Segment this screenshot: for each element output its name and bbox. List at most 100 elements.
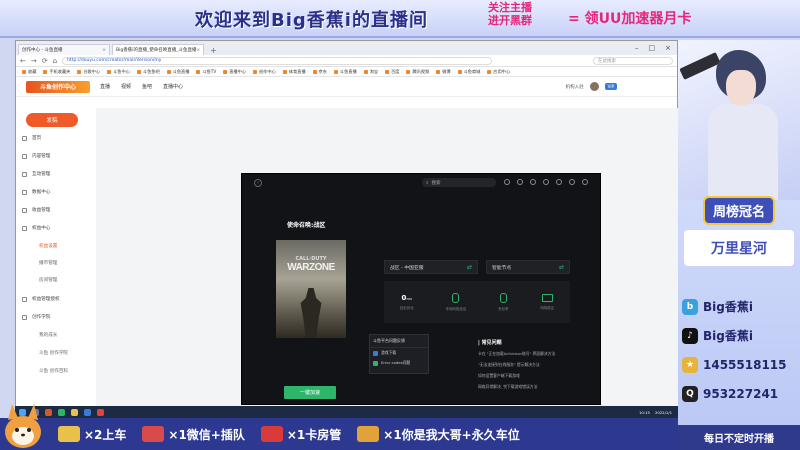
node-value: 智能节点 [492,265,512,271]
bookmark-item[interactable]: 斗鱼TV [196,69,216,75]
browser-tab-active[interactable]: Big香蕉i的直播_使命召唤直播_斗鱼直播 × [112,44,204,55]
clock-time[interactable]: 10:15 [639,410,650,415]
bookmark-item[interactable]: 体育直播 [282,68,306,75]
forward-icon[interactable]: → [31,57,37,65]
refresh-icon[interactable]: ⟳ [42,57,48,65]
sidebar-item[interactable]: 房间管理 [39,277,57,283]
sidebar-item[interactable]: 权益设置 [39,243,57,249]
phone-icon [499,292,507,303]
folder-icon[interactable] [71,408,78,416]
bookmark-item[interactable]: 淘宝 [363,69,378,75]
sidebar-item[interactable]: 收益管理 [22,207,50,213]
bookmark-item[interactable]: 收藏 [22,69,36,75]
close-window-icon[interactable]: × [665,44,671,52]
bookmark-icon [77,69,82,74]
sidebar-item[interactable]: 互动管理 [22,171,50,177]
close-tab-icon[interactable]: × [196,48,200,53]
game-title: 使命召唤:战区 [287,222,326,229]
menu-item-icon [22,153,27,159]
app-icon[interactable] [45,408,52,416]
nav-item[interactable]: 直播中心 [163,83,183,90]
search-icon: ⌕ [426,180,429,186]
node-select[interactable]: 智能节点 ⇄ [486,260,570,274]
faq-item[interactable]: 卡在 "正在加载Activision账号" 界面解决方法 [478,351,598,357]
site-logo[interactable]: 斗鱼创作中心 [26,80,90,93]
sidebar-item[interactable]: 首页 [22,135,41,141]
bookmark-item[interactable]: 直播中心 [223,69,246,75]
sidebar-item[interactable]: 数据中心 [22,189,50,195]
popup-item[interactable]: 游戏下载 [370,348,428,358]
feedback-popup: 斗鱼平台问题反馈 游戏下载 Error codes问题 [369,334,429,374]
bookmark-label: 斗鱼直播 [172,68,190,74]
app-search-input[interactable]: ⌕ 搜索 [422,178,496,187]
faq-item[interactable]: 如何设置客户端下载游戏 [478,373,598,379]
browser-search-input[interactable]: 在此搜索 [593,56,673,65]
anime-character-art [678,40,800,200]
nav-item[interactable]: 直播 [100,83,110,90]
minimize-icon[interactable] [569,179,575,185]
back-icon[interactable]: ‹ [254,179,262,187]
bookmark-label: 体育直播 [288,68,306,74]
url-input[interactable]: http://douyu.com/creator/mainVersion/my [62,56,493,65]
bookmark-label: 收藏 [28,68,37,74]
browser-tab[interactable]: 创作中心 - 斗鱼直播 × [18,44,110,55]
browser-icon[interactable] [84,408,91,416]
back-icon[interactable]: ← [20,57,26,65]
sidebar-item[interactable]: 权益管理授权 [22,296,60,302]
clock-date[interactable]: 2022/1/1 [655,410,672,415]
minimize-icon[interactable]: – [635,44,639,52]
region-select[interactable]: 战区 - 中国亚服 ⇄ [384,260,478,274]
bookmark-item[interactable]: 应用中心 [487,69,510,75]
gun-illustration [679,52,721,80]
accelerate-button[interactable]: 一键加速 [284,386,336,399]
sidebar-item-label: 播币管理 [39,261,58,266]
contact-qq: Q 953227241 [682,379,798,408]
bookmark-item[interactable]: 京东 [312,69,327,75]
faq-title: | 常见问题 [478,340,502,346]
org-link[interactable]: 机构入驻 [566,84,584,90]
sidebar-item[interactable]: 内容管理 [22,153,50,159]
bookmark-item[interactable]: 斗鱼鱼吧 [136,69,160,75]
sidebar-item[interactable]: 我的成长 [39,332,57,338]
bookmark-item[interactable]: 腾讯视频 [406,69,429,75]
sidebar-item[interactable]: 创作学院 [22,314,50,320]
headset-icon[interactable] [530,179,536,185]
settings-icon[interactable] [517,179,523,185]
avatar[interactable] [589,82,599,91]
bookmark-item[interactable]: 百度 [385,69,399,75]
bookmark-item[interactable]: 斗鱼商城 [457,69,480,75]
bookmark-icon [166,69,171,74]
publish-button[interactable]: 发稿 [26,113,78,127]
character-face [726,70,756,106]
bell-icon[interactable] [543,179,549,185]
home-icon[interactable]: ⌂ [53,57,57,65]
bookmark-item[interactable]: 斗鱼直播 [333,69,357,75]
faq-item[interactable]: "无法连接到在线服务" 提示解决方法 [478,362,598,368]
sidebar-item[interactable]: 播币管理 [39,260,57,266]
bilibili-icon: b [682,298,698,315]
close-icon[interactable] [582,179,588,185]
nav-item[interactable]: 鱼吧 [142,83,152,90]
bookmark-item[interactable]: 谷歌中心 [77,69,100,75]
app-icon[interactable] [97,408,104,416]
sidebar-item[interactable]: 权益中心 [22,225,50,231]
sidebar-item[interactable]: 斗鱼 创作学院 [39,350,68,356]
bookmark-item[interactable]: 手机收藏夹 [43,69,70,75]
bookmark-item[interactable]: 斗鱼中心 [107,69,130,75]
menu-icon[interactable] [556,179,562,185]
bookmark-item[interactable]: 创作中心 [252,69,276,75]
new-tab-icon[interactable]: + [206,46,221,55]
sidebar-item[interactable]: 斗鱼 创作百科 [39,368,68,374]
soldier-illustration [300,288,322,338]
weekly-top-badge: 周榜冠名 [678,195,800,225]
maximize-icon[interactable]: □ [649,44,656,52]
menu-item-icon [22,189,27,195]
bookmark-item[interactable]: 斗鱼直播 [166,68,190,75]
app-icon[interactable] [58,408,65,416]
download-icon[interactable] [504,179,510,185]
close-tab-icon[interactable]: × [102,48,106,53]
nav-item[interactable]: 视频 [121,83,131,90]
popup-item[interactable]: Error codes问题 [370,358,428,368]
bookmark-item[interactable]: 微博 [436,69,451,75]
faq-item[interactable]: 网络异常解决, 完下载游戏错误方法 [478,384,598,390]
